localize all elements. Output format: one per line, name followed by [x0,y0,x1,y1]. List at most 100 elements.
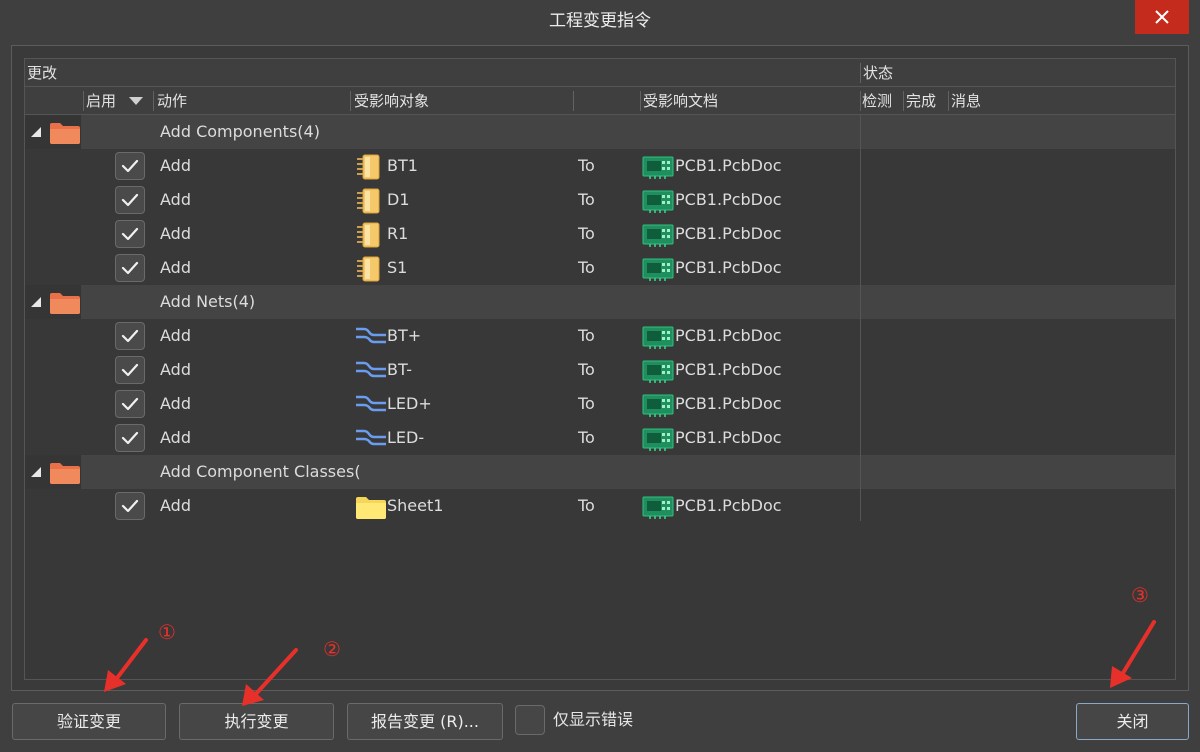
action-cell: Add [160,428,191,447]
folder-icon [49,461,81,489]
table-row[interactable]: Add Sheet1 To PCB1.PcbDoc [25,489,1175,524]
group-title: Add Components(4) [160,122,320,141]
target-cell: LED+ [387,394,432,413]
only-errors-label: 仅显示错误 [553,710,634,729]
header-target[interactable]: 受影响对象 [354,87,429,115]
enable-checkbox[interactable] [115,390,145,418]
table-row[interactable]: Add LED+ To PCB1.PcbDoc [25,387,1175,421]
validate-changes-button[interactable]: 验证变更 [12,703,166,740]
header-separator [860,63,861,83]
annotation-marker-2: ② [323,637,341,661]
to-cell: To [578,496,595,515]
component-icon [355,188,385,218]
to-cell: To [578,394,595,413]
action-cell: Add [160,496,191,515]
header-done[interactable]: 完成 [906,87,936,115]
pcb-document-icon [642,393,674,421]
header-message[interactable]: 消息 [951,87,981,115]
collapse-triangle-icon[interactable] [31,297,41,307]
table-row[interactable]: Add BT+ To PCB1.PcbDoc [25,319,1175,353]
enable-checkbox[interactable] [115,424,145,452]
target-cell: BT1 [387,156,418,175]
check-icon [121,499,139,513]
action-cell: Add [160,258,191,277]
table-row[interactable]: Add LED- To PCB1.PcbDoc [25,421,1175,455]
group-row[interactable]: Add Component Classes( [25,455,1175,489]
document-cell: PCB1.PcbDoc [675,190,782,209]
header-row-groups: 更改 状态 [25,59,1175,87]
net-icon [355,324,387,348]
header-separator [153,91,154,111]
enable-checkbox[interactable] [115,322,145,350]
group-row[interactable]: Add Components(4) [25,115,1175,149]
pcb-document-icon [642,189,674,217]
enable-checkbox[interactable] [115,356,145,384]
header-enable[interactable]: 启用 [86,87,116,115]
pcb-document-icon [642,427,674,455]
table-row[interactable]: Add R1 To PCB1.PcbDoc [25,217,1175,252]
table-row[interactable]: Add D1 To PCB1.PcbDoc [25,183,1175,218]
report-changes-button[interactable]: 报告变更 (R)... [347,703,503,740]
table-row[interactable]: Add S1 To PCB1.PcbDoc [25,251,1175,285]
header-row-columns: 启用 动作 受影响对象 受影响文档 检测 完成 消息 [25,87,1175,115]
execute-changes-button[interactable]: 执行变更 [179,703,334,740]
enable-checkbox[interactable] [115,492,145,520]
document-cell: PCB1.PcbDoc [675,224,782,243]
to-cell: To [578,258,595,277]
table-row[interactable]: Add BT1 To PCB1.PcbDoc [25,149,1175,184]
header-separator [83,91,84,111]
document-cell: PCB1.PcbDoc [675,156,782,175]
document-cell: PCB1.PcbDoc [675,394,782,413]
document-cell: PCB1.PcbDoc [675,360,782,379]
arrow-icon [242,648,298,706]
arrow-icon [104,638,148,692]
sheet-folder-icon [355,494,387,524]
enable-checkbox[interactable] [115,254,145,282]
check-icon [121,363,139,377]
action-cell: Add [160,326,191,345]
collapse-triangle-icon[interactable] [31,467,41,477]
check-icon [121,193,139,207]
only-errors-checkbox[interactable] [515,705,545,735]
check-icon [121,227,139,241]
target-cell: D1 [387,190,410,209]
target-cell: BT- [387,360,413,379]
check-icon [121,431,139,445]
annotation-marker-1: ① [158,620,176,644]
folder-icon [49,121,81,149]
header-action[interactable]: 动作 [157,87,187,115]
document-cell: PCB1.PcbDoc [675,496,782,515]
target-cell: LED- [387,428,425,447]
action-cell: Add [160,156,191,175]
header-doc[interactable]: 受影响文档 [643,87,718,115]
component-icon [355,222,385,252]
check-icon [121,159,139,173]
group-band-status [861,285,1175,319]
pcb-document-icon [642,359,674,387]
net-icon [355,358,387,382]
header-separator [860,91,861,111]
check-icon [121,329,139,343]
sort-down-icon[interactable] [129,97,143,105]
table-row[interactable]: Add BT- To PCB1.PcbDoc [25,353,1175,387]
action-cell: Add [160,394,191,413]
status-column-divider [860,115,861,521]
header-group-status: 状态 [863,64,894,82]
to-cell: To [578,360,595,379]
close-window-button[interactable] [1135,0,1189,34]
to-cell: To [578,190,595,209]
enable-checkbox[interactable] [115,220,145,248]
component-icon [355,154,385,184]
group-row[interactable]: Add Nets(4) [25,285,1175,319]
target-cell: BT+ [387,326,422,345]
annotation-marker-3: ③ [1131,583,1149,607]
target-cell: S1 [387,258,408,277]
enable-checkbox[interactable] [115,152,145,180]
action-cell: Add [160,224,191,243]
close-button[interactable]: 关闭 [1076,703,1189,740]
enable-checkbox[interactable] [115,186,145,214]
header-check[interactable]: 检测 [862,87,892,115]
pcb-document-icon [642,325,674,353]
collapse-triangle-icon[interactable] [31,127,41,137]
changes-grid: 更改 状态 启用 动作 受影响对象 受影响文档 检测 完成 消息 Add Com… [24,58,1176,680]
